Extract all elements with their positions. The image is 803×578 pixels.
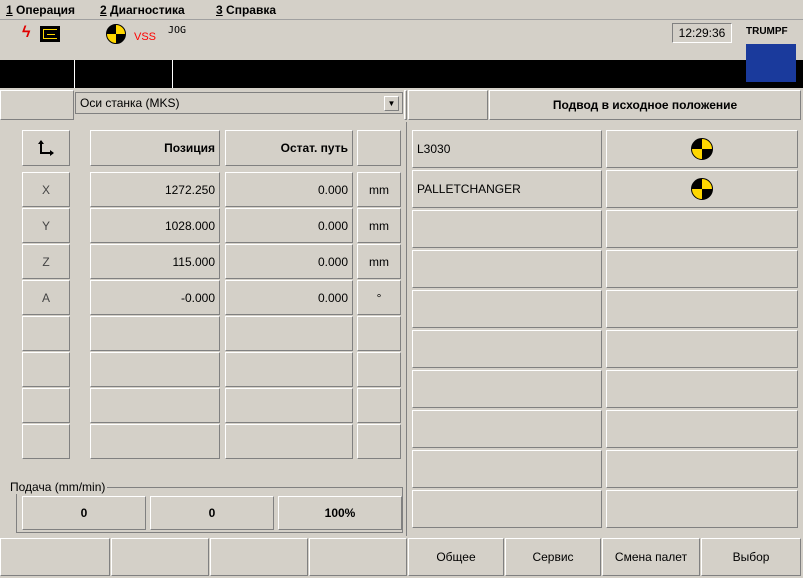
axis-position: 1028.000 bbox=[90, 208, 220, 243]
softkey-select[interactable]: Выбор bbox=[701, 538, 801, 576]
softkey-4[interactable] bbox=[309, 538, 407, 576]
table-row-empty bbox=[90, 388, 220, 423]
table-row-empty bbox=[412, 250, 602, 288]
axis-remaining: 0.000 bbox=[225, 172, 353, 207]
reference-status-cell[interactable] bbox=[606, 130, 798, 168]
table-row-empty bbox=[606, 290, 798, 328]
softkey-pallet-change[interactable]: Смена палет bbox=[602, 538, 700, 576]
right-header-blank bbox=[408, 90, 488, 120]
axis-unit: mm bbox=[357, 208, 401, 243]
table-row-empty bbox=[357, 388, 401, 423]
axis-position: 115.000 bbox=[90, 244, 220, 279]
divider bbox=[404, 90, 407, 120]
status-bar: ϟ VSS JOG 12:29:36 TRUMPF bbox=[0, 20, 803, 82]
message-bar bbox=[0, 60, 803, 88]
axes-icon bbox=[22, 130, 70, 166]
softkey-3[interactable] bbox=[210, 538, 308, 576]
axis-unit: ° bbox=[357, 280, 401, 315]
axis-remaining: 0.000 bbox=[225, 208, 353, 243]
alarm-lightning-icon: ϟ bbox=[22, 24, 31, 41]
table-row-empty bbox=[90, 352, 220, 387]
mode-label: JOG bbox=[168, 25, 187, 36]
table-row-empty bbox=[412, 210, 602, 248]
softkey-2[interactable] bbox=[111, 538, 209, 576]
table-row-empty bbox=[606, 370, 798, 408]
table-row-empty bbox=[225, 388, 353, 423]
feed-label: Подача (mm/min) bbox=[8, 480, 108, 494]
table-row-empty bbox=[357, 352, 401, 387]
table-row-empty bbox=[412, 450, 602, 488]
reference-status-cell[interactable] bbox=[606, 170, 798, 208]
table-row-empty bbox=[606, 450, 798, 488]
table-row-empty bbox=[606, 490, 798, 528]
softkey-service[interactable]: Сервис bbox=[505, 538, 601, 576]
axis-position: -0.000 bbox=[90, 280, 220, 315]
table-row-empty bbox=[22, 388, 70, 423]
axis-name: Y bbox=[22, 208, 70, 243]
feed-override: 100% bbox=[278, 496, 402, 530]
table-row-empty bbox=[90, 424, 220, 459]
menu-bar: 1 Операция 2 Диагностика 3 Справка bbox=[0, 0, 803, 20]
table-row-empty bbox=[357, 424, 401, 459]
axis-position: 1272.250 bbox=[90, 172, 220, 207]
table-row-empty bbox=[90, 316, 220, 351]
table-row-empty bbox=[412, 290, 602, 328]
table-row-empty bbox=[357, 316, 401, 351]
table-row-empty bbox=[606, 210, 798, 248]
table-row-empty bbox=[412, 370, 602, 408]
column-header-unit bbox=[357, 130, 401, 166]
reference-axis-name[interactable]: L3030 bbox=[412, 130, 602, 168]
softkey-general[interactable]: Общее bbox=[408, 538, 504, 576]
chevron-down-icon[interactable]: ▼ bbox=[384, 96, 399, 111]
reference-panel-title: Подвод в исходное положение bbox=[489, 90, 801, 120]
coordinate-system-select[interactable]: Оси станка (MKS) ▼ bbox=[75, 92, 403, 114]
table-row-empty bbox=[606, 330, 798, 368]
axis-unit: mm bbox=[357, 244, 401, 279]
table-row-empty bbox=[606, 410, 798, 448]
table-row-empty bbox=[22, 316, 70, 351]
axis-name: A bbox=[22, 280, 70, 315]
referenced-target-icon bbox=[691, 178, 713, 200]
table-row-empty bbox=[22, 424, 70, 459]
softkey-1[interactable] bbox=[0, 538, 110, 576]
column-header-remaining: Остат. путь bbox=[225, 130, 353, 166]
table-row-empty bbox=[412, 410, 602, 448]
axis-remaining: 0.000 bbox=[225, 244, 353, 279]
left-header-blank bbox=[0, 90, 74, 120]
brand-label: TRUMPF bbox=[746, 26, 788, 37]
coordinate-system-select-value: Оси станка (MKS) bbox=[80, 96, 180, 110]
table-row-empty bbox=[412, 330, 602, 368]
reference-axis-name[interactable]: PALLETCHANGER bbox=[412, 170, 602, 208]
menu-item-help[interactable]: 3 Справка bbox=[216, 3, 276, 17]
feed-value-1: 0 bbox=[22, 496, 146, 530]
axis-unit: mm bbox=[357, 172, 401, 207]
menu-item-diagnostics[interactable]: 2 Диагностика bbox=[100, 3, 185, 17]
brand-logo bbox=[746, 44, 796, 82]
referenced-target-icon bbox=[691, 138, 713, 160]
table-row-empty bbox=[225, 424, 353, 459]
table-row-empty bbox=[225, 352, 353, 387]
reference-point-icon bbox=[40, 26, 60, 42]
feed-value-2: 0 bbox=[150, 496, 274, 530]
table-row-empty bbox=[606, 250, 798, 288]
axis-remaining: 0.000 bbox=[225, 280, 353, 315]
vss-label: VSS bbox=[134, 31, 157, 43]
menu-item-operation[interactable]: 1 Операция bbox=[6, 3, 75, 17]
referenced-target-icon bbox=[106, 24, 126, 44]
table-row-empty bbox=[22, 352, 70, 387]
axis-name: X bbox=[22, 172, 70, 207]
column-header-position: Позиция bbox=[90, 130, 220, 166]
axis-name: Z bbox=[22, 244, 70, 279]
table-row-empty bbox=[225, 316, 353, 351]
table-row-empty bbox=[412, 490, 602, 528]
clock-display: 12:29:36 bbox=[672, 23, 732, 43]
